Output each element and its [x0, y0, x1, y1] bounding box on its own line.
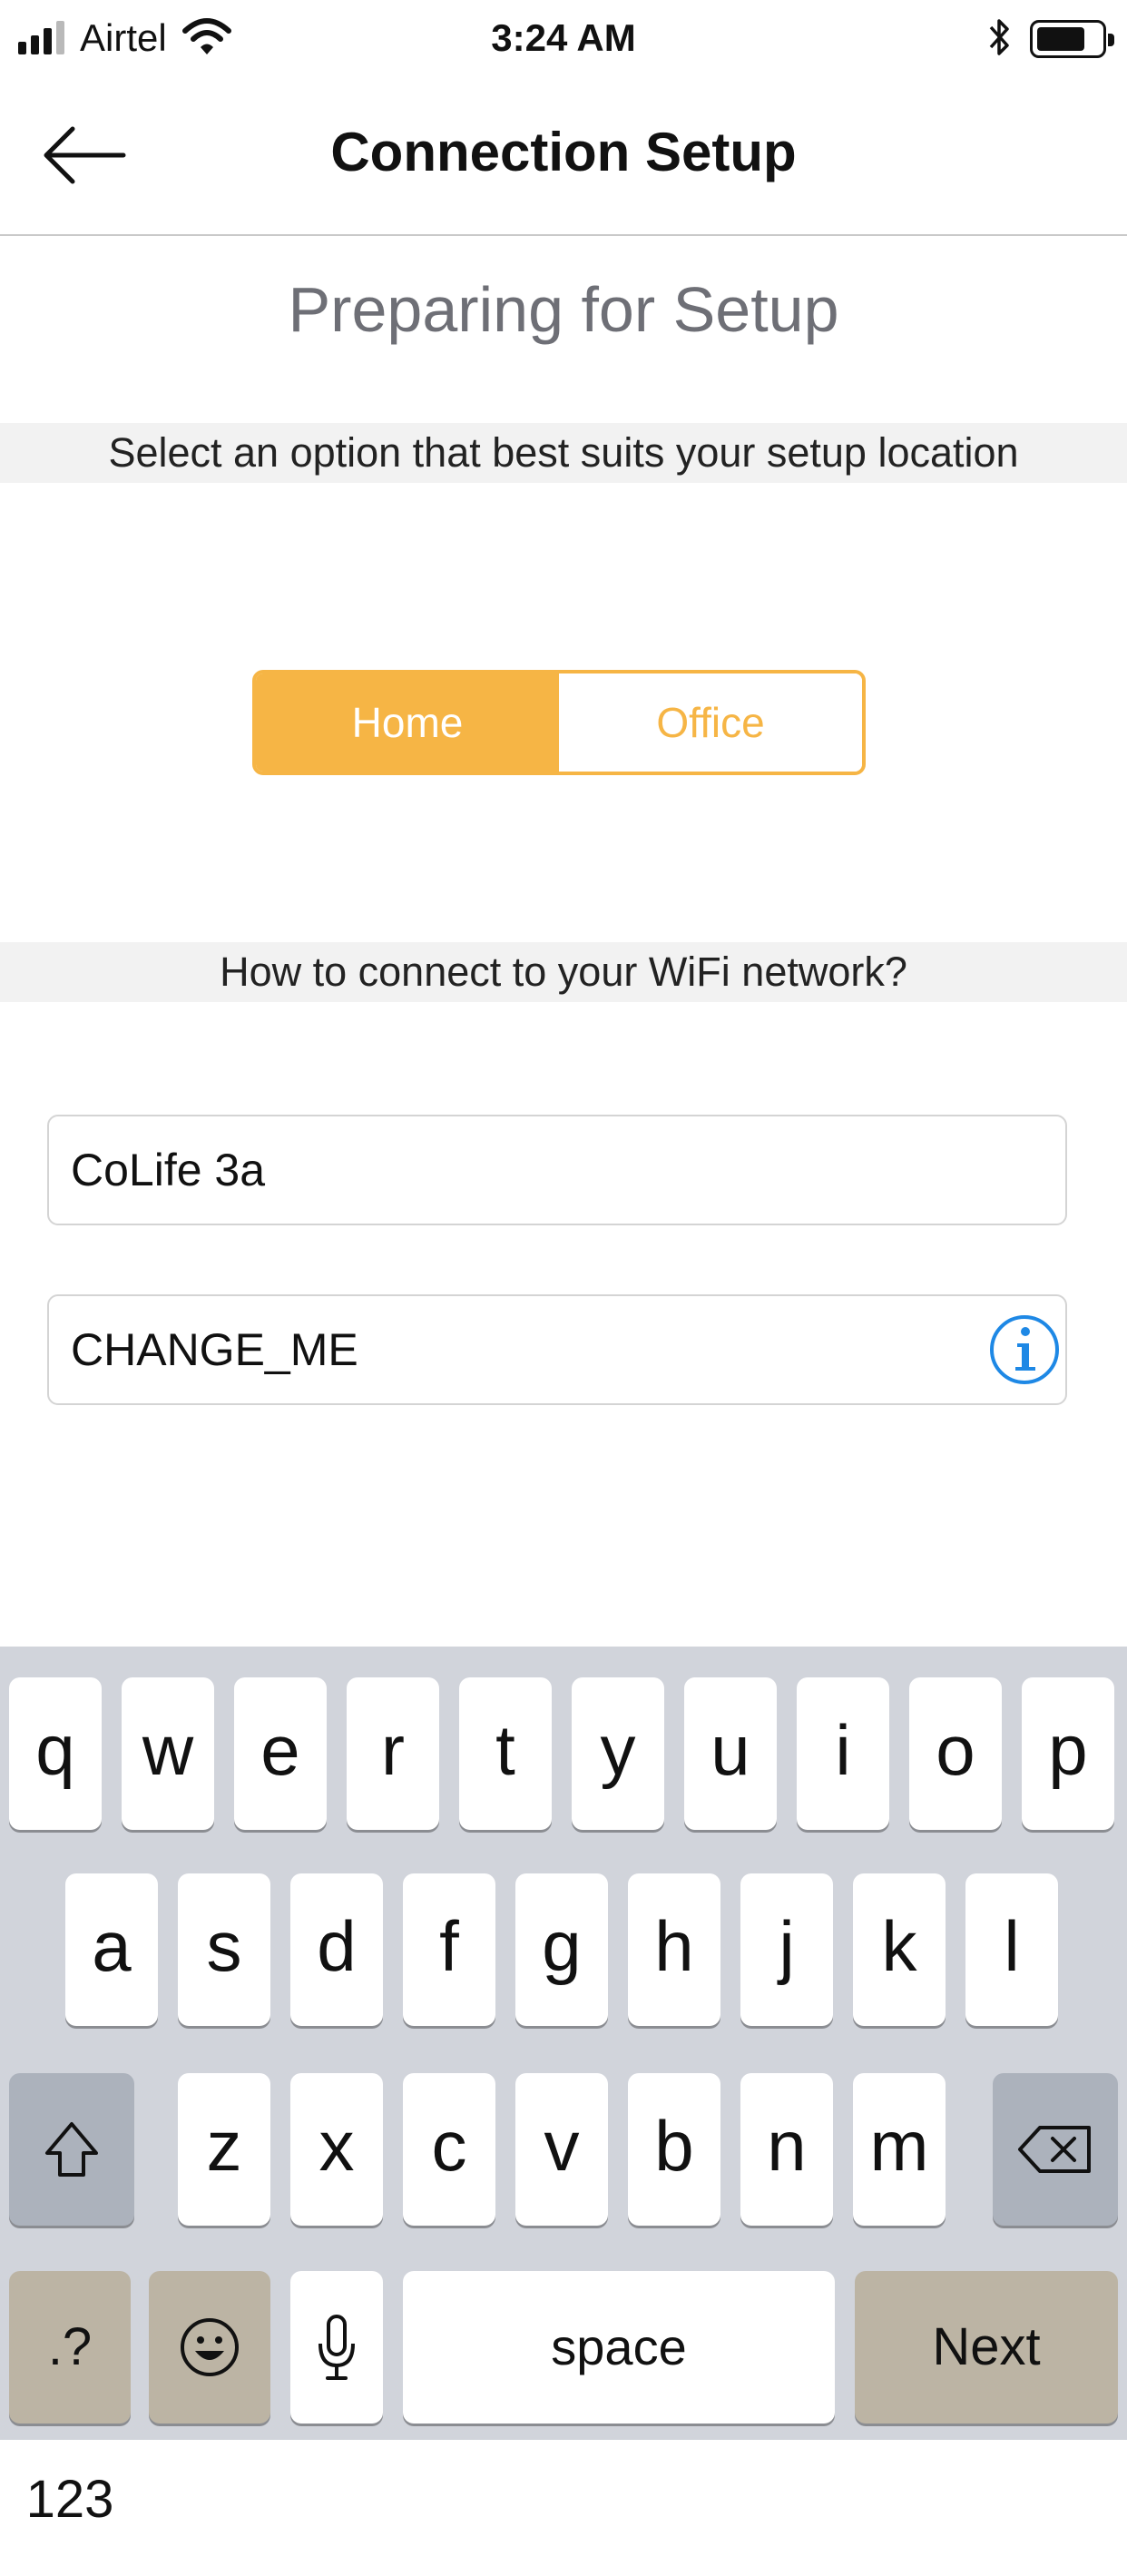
emoji-key[interactable] [149, 2271, 270, 2424]
key-w[interactable]: w [122, 1677, 214, 1830]
key-j[interactable]: j [740, 1873, 833, 2026]
microphone-icon [318, 2315, 355, 2380]
status-bar: Airtel 3:24 AM [0, 0, 1127, 76]
emoji-icon [181, 2318, 239, 2376]
key-g[interactable]: g [515, 1873, 608, 2026]
wifi-password-input[interactable] [71, 1296, 978, 1403]
nav-title: Connection Setup [330, 122, 797, 182]
next-key[interactable]: Next [855, 2271, 1118, 2424]
key-k[interactable]: k [853, 1873, 946, 2026]
key-h[interactable]: h [628, 1873, 720, 2026]
status-time: 3:24 AM [491, 16, 636, 59]
shift-key[interactable] [9, 2073, 134, 2226]
space-key[interactable]: space [403, 2271, 835, 2424]
wifi-password-field [47, 1294, 1067, 1405]
key-y[interactable]: y [572, 1677, 664, 1830]
bluetooth-icon [989, 19, 1009, 55]
key-x[interactable]: x [290, 2073, 383, 2226]
key-m[interactable]: m [853, 2073, 946, 2226]
key-c[interactable]: c [403, 2073, 495, 2226]
key-n[interactable]: n [740, 2073, 833, 2226]
key-v[interactable]: v [515, 2073, 608, 2226]
key-z[interactable]: z [178, 2073, 270, 2226]
wifi-ssid-input[interactable] [71, 1116, 978, 1224]
key-t[interactable]: t [459, 1677, 552, 1830]
key-o[interactable]: o [909, 1677, 1002, 1830]
battery-icon [1030, 20, 1114, 58]
keyboard: q w e r t y u i o p a s d f g h j k l z … [0, 1647, 1127, 2529]
backspace-key[interactable] [993, 2073, 1118, 2226]
segment-home[interactable]: Home [256, 673, 559, 772]
key-u[interactable]: u [684, 1677, 777, 1830]
segment-office[interactable]: Office [559, 673, 862, 772]
navigation-bar: Connection Setup [0, 76, 1127, 236]
key-a[interactable]: a [65, 1873, 158, 2026]
numbers-key[interactable]: .?123 [9, 2271, 131, 2529]
location-segmented-control: Home Office [252, 670, 866, 775]
key-r[interactable]: r [347, 1677, 439, 1830]
key-d[interactable]: d [290, 1873, 383, 2026]
key-q[interactable]: q [9, 1677, 102, 1830]
key-e[interactable]: e [234, 1677, 327, 1830]
shift-icon [45, 2122, 98, 2177]
key-b[interactable]: b [628, 2073, 720, 2226]
key-l[interactable]: l [965, 1873, 1058, 2026]
key-i[interactable]: i [797, 1677, 889, 1830]
wifi-ssid-field [47, 1115, 1067, 1225]
key-s[interactable]: s [178, 1873, 270, 2026]
wifi-prompt: How to connect to your WiFi network? [0, 942, 1127, 1002]
microphone-key[interactable] [290, 2271, 383, 2424]
location-prompt: Select an option that best suits your se… [0, 423, 1127, 483]
page-title: Preparing for Setup [288, 274, 839, 345]
info-icon[interactable] [984, 1309, 1065, 1391]
key-p[interactable]: p [1022, 1677, 1114, 1830]
backspace-icon [1018, 2126, 1091, 2173]
key-f[interactable]: f [403, 1873, 495, 2026]
